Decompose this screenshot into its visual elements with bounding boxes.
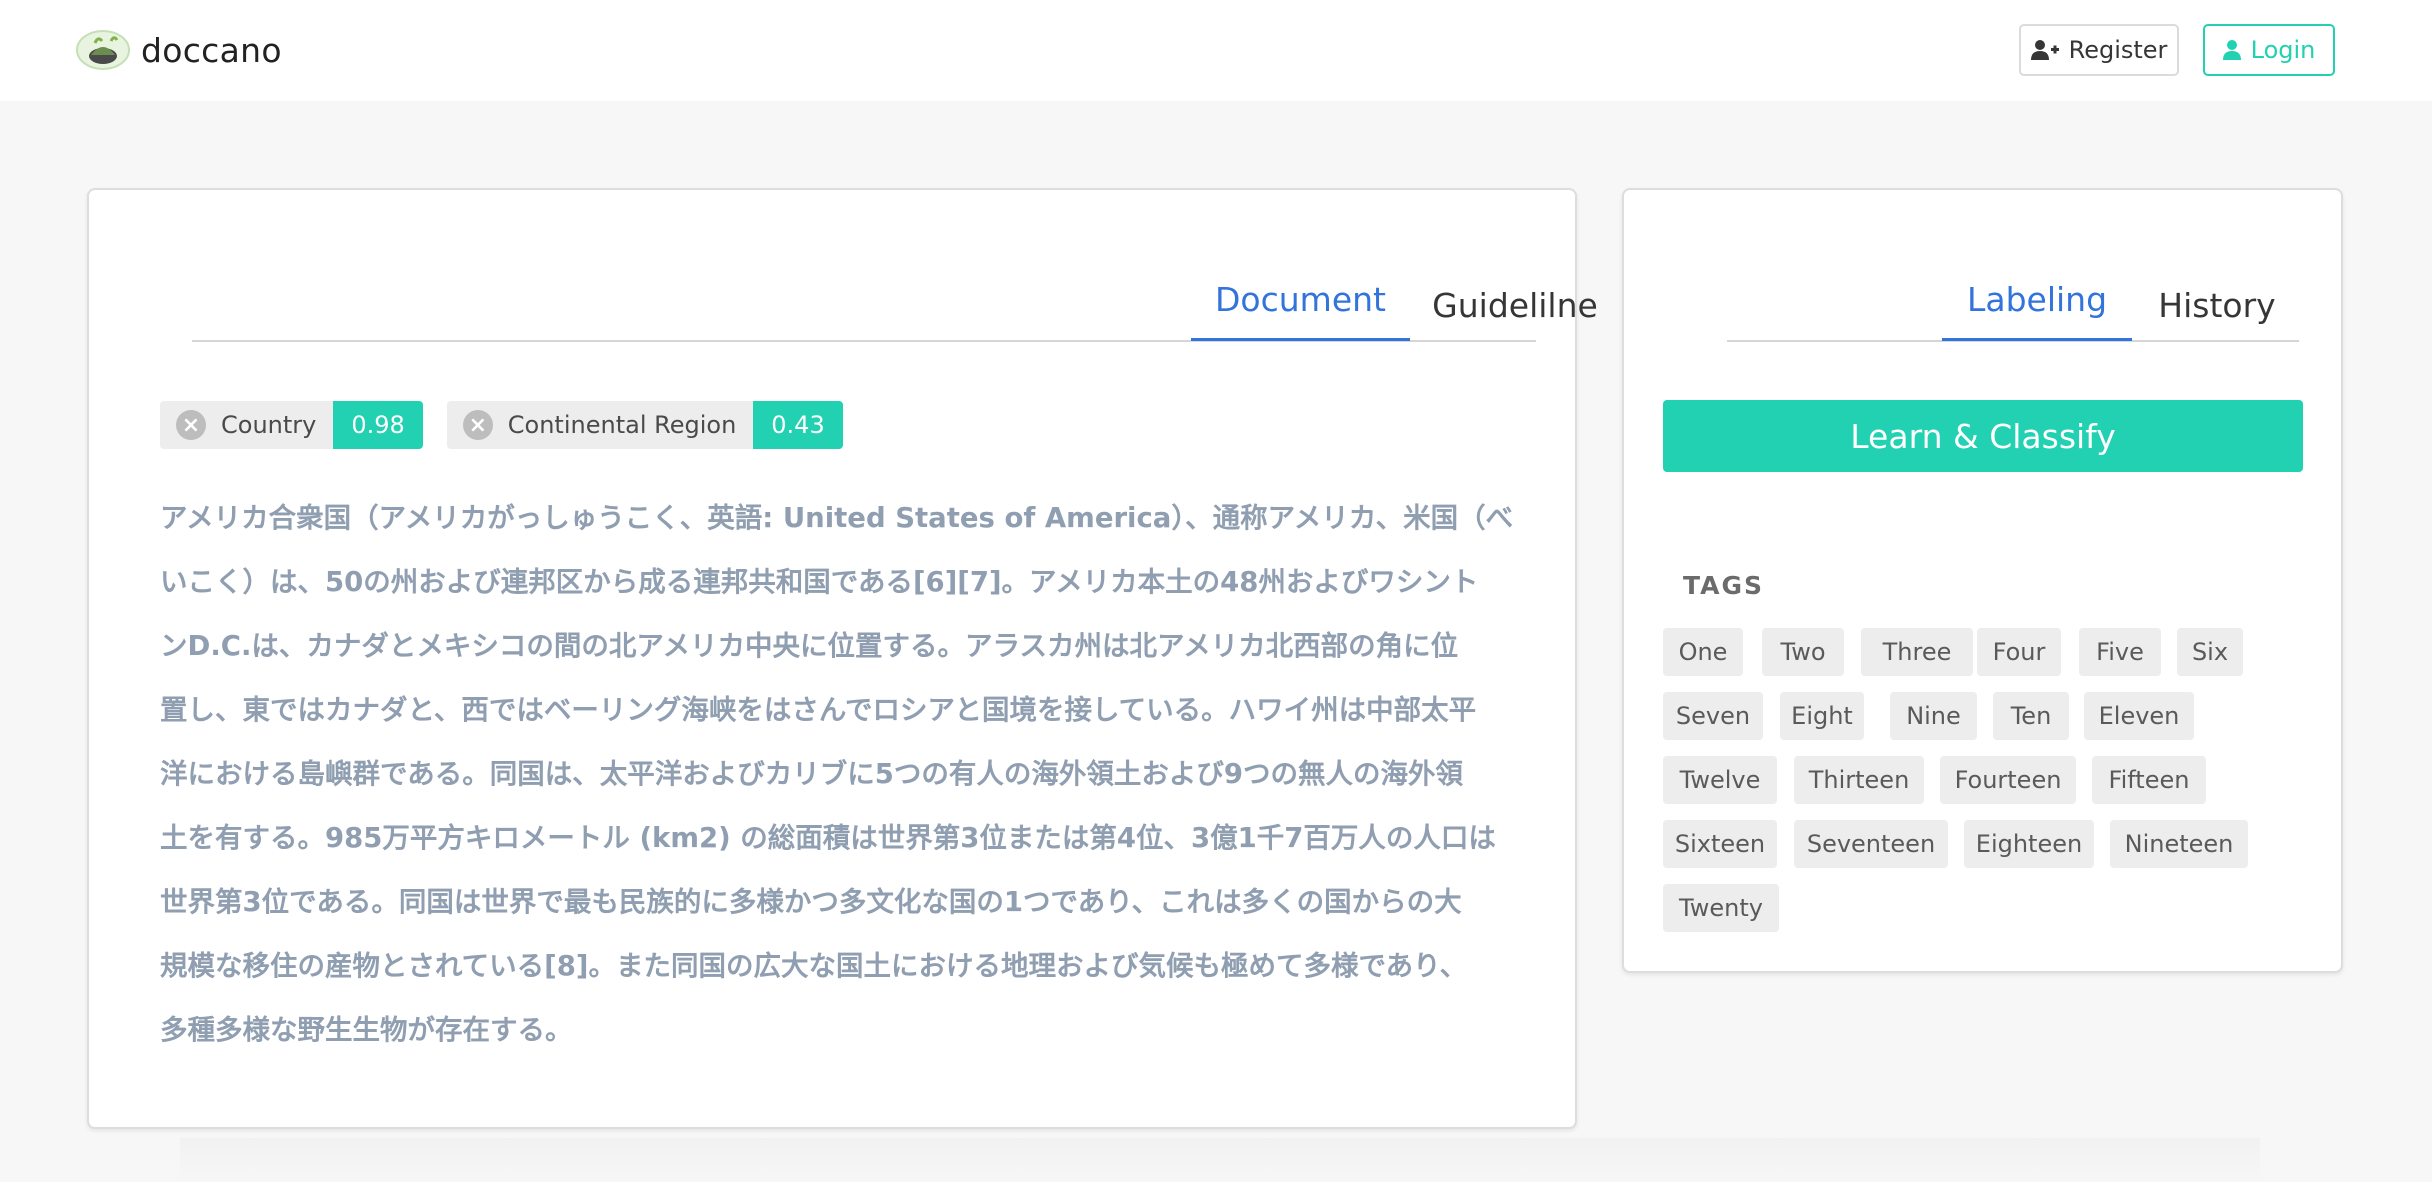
tab-labeling-label: Labeling xyxy=(1966,280,2108,319)
delete-icon[interactable]: × xyxy=(176,410,206,440)
user-icon xyxy=(2222,40,2241,60)
tab-guideline[interactable]: Guidelilne xyxy=(1410,280,1620,340)
entity-label: Country xyxy=(221,411,317,439)
tab-history[interactable]: History xyxy=(2132,280,2302,340)
tab-labeling[interactable]: Labeling xyxy=(1942,280,2132,341)
entity-name-box: × Country xyxy=(160,401,334,449)
tag-sixteen[interactable]: Sixteen xyxy=(1663,820,1777,868)
entity-chip: × Continental Region 0.43 xyxy=(446,401,843,449)
text-line: 洋における島嶼群である。同国は、太平洋およびカリブに5つの有人の海外領土および9… xyxy=(160,758,1463,790)
login-label: Login xyxy=(2250,36,2316,64)
tag-four[interactable]: Four xyxy=(1977,628,2061,676)
document-card: Document Guidelilne × Country 0.98 × Con… xyxy=(87,188,1598,1129)
tag-eleven[interactable]: Eleven xyxy=(2084,692,2194,740)
tag-one[interactable]: One xyxy=(1663,628,1743,676)
text-line: ンD.C.は、カナダとメキシコの間の北アメリカ中央に位置する。アラスカ州は北アメ… xyxy=(160,630,1459,662)
app-name: doccano xyxy=(141,30,282,70)
text-line: 世界第3位である。同国は世界で最も民族的に多様かつ多文化な国の1つであり、これは… xyxy=(160,886,1462,918)
text-line: 多種多様な野生生物が存在する。 xyxy=(160,1014,573,1046)
tag-nineteen[interactable]: Nineteen xyxy=(2110,820,2248,868)
tag-five[interactable]: Five xyxy=(2079,628,2161,676)
tag-six[interactable]: Six xyxy=(2177,628,2243,676)
text-line: アメリカ合衆国（アメリカがっしゅうこく、英語: United States of… xyxy=(160,502,1514,534)
entity-score: 0.43 xyxy=(753,401,843,449)
tag-eighteen[interactable]: Eighteen xyxy=(1964,820,2094,868)
footer-shadow xyxy=(180,1138,2260,1182)
delete-icon[interactable]: × xyxy=(462,410,493,440)
entity-chip: × Country 0.98 xyxy=(160,401,423,449)
document-tabs: Document Guidelilne xyxy=(192,280,1598,342)
tab-guideline-label: Guidelilne xyxy=(1432,286,1598,325)
tag-two[interactable]: Two xyxy=(1762,628,1844,676)
text-line: いこく）は、50の州および連邦区から成る連邦共和国である[6][7]。アメリカ本… xyxy=(160,566,1479,598)
brand[interactable]: doccano xyxy=(75,28,282,72)
labeling-card: Labeling History Learn & Classify TAGS O… xyxy=(1622,188,2343,973)
register-button[interactable]: Register xyxy=(2019,24,2179,76)
learn-classify-button[interactable]: Learn & Classify xyxy=(1663,400,2303,472)
tags-heading: TAGS xyxy=(1683,571,1764,600)
tag-seventeen[interactable]: Seventeen xyxy=(1794,820,1948,868)
entity-name-box: × Continental Region xyxy=(446,401,754,449)
tag-eight[interactable]: Eight xyxy=(1780,692,1864,740)
tag-seven[interactable]: Seven xyxy=(1663,692,1763,740)
tag-fourteen[interactable]: Fourteen xyxy=(1940,756,2076,804)
navbar: doccano Register Login xyxy=(0,0,2432,101)
tag-nine[interactable]: Nine xyxy=(1890,692,1977,740)
tag-twenty[interactable]: Twenty xyxy=(1663,884,1779,932)
tag-three[interactable]: Three xyxy=(1861,628,1973,676)
tab-document-label: Document xyxy=(1215,280,1386,319)
tab-history-label: History xyxy=(2158,286,2276,325)
text-line: 規模な移住の産物とされている[8]。また同国の広大な国土における地理および気候も… xyxy=(160,950,1468,982)
doccano-logo-icon xyxy=(76,30,130,70)
tag-thirteen[interactable]: Thirteen xyxy=(1794,756,1924,804)
document-text[interactable]: アメリカ合衆国（アメリカがっしゅうこく、英語: United States of… xyxy=(160,486,1514,1062)
user-plus-icon xyxy=(2030,40,2059,60)
tag-fifteen[interactable]: Fifteen xyxy=(2092,756,2206,804)
register-label: Register xyxy=(2068,36,2168,64)
labeling-tabs: Labeling History xyxy=(1727,280,2299,342)
text-line: 置し、東ではカナダと、西ではベーリング海峡をはさんでロシアと国境を接している。ハ… xyxy=(160,694,1477,726)
tag-twelve[interactable]: Twelve xyxy=(1663,756,1777,804)
login-button[interactable]: Login xyxy=(2203,24,2335,76)
entity-label: Continental Region xyxy=(507,411,737,439)
entity-list: × Country 0.98 × Continental Region 0.43 xyxy=(160,401,867,449)
tab-document[interactable]: Document xyxy=(1191,280,1410,341)
tag-ten[interactable]: Ten xyxy=(1993,692,2069,740)
text-line: 土を有する。985万平方キロメートル (km2) の総面積は世界第3位または第4… xyxy=(160,822,1496,854)
entity-score: 0.98 xyxy=(333,401,423,449)
